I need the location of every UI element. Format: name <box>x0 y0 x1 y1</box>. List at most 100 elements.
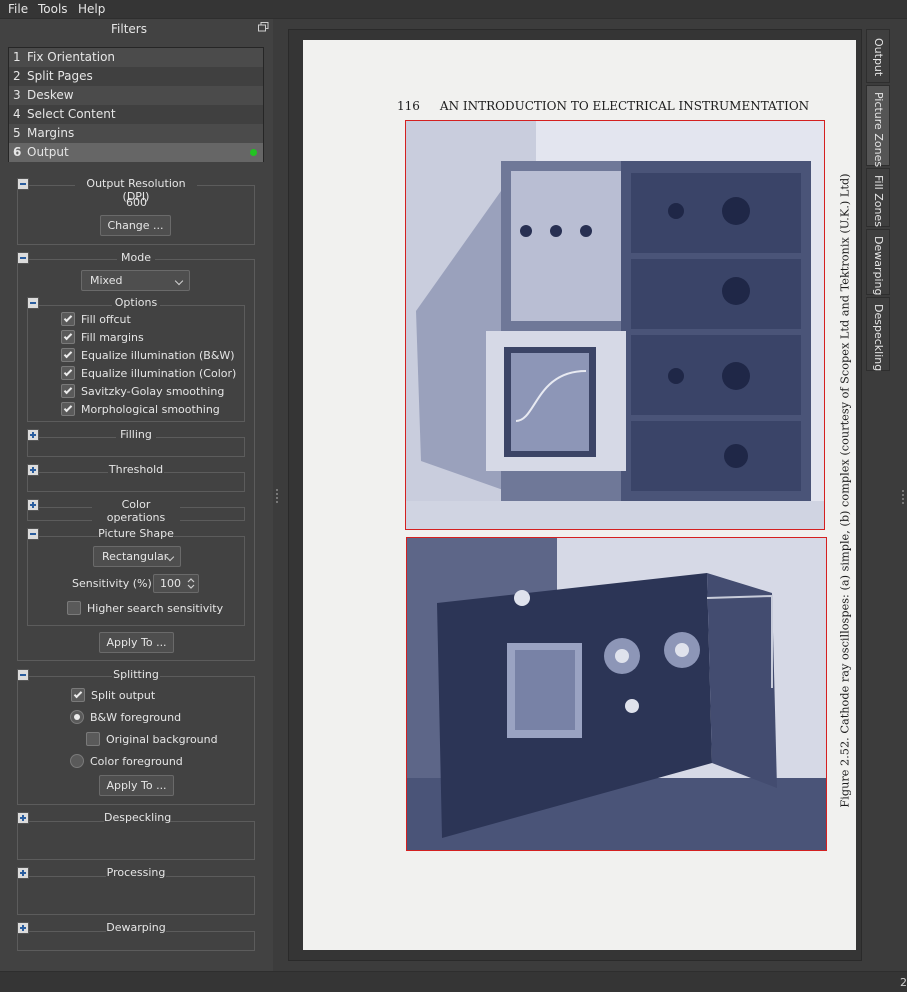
color-foreground-radio[interactable] <box>70 754 84 768</box>
split-output-label: Split output <box>91 689 156 702</box>
fill-margins-checkbox[interactable] <box>61 330 75 344</box>
fill-offcut-checkbox[interactable] <box>61 312 75 326</box>
panel-splitter[interactable] <box>273 19 281 971</box>
filter-number: 3 <box>13 88 21 102</box>
menu-tools[interactable]: Tools <box>38 2 68 16</box>
picture-shape-title: Picture Shape <box>98 527 174 540</box>
page-running-title: AN INTRODUCTION TO ELECTRICAL INSTRUMENT… <box>439 99 810 113</box>
dpi-value: 600 <box>126 196 147 209</box>
higher-search-label: Higher search sensitivity <box>87 602 224 615</box>
processing-group <box>17 876 255 915</box>
tab-picture-zones[interactable]: Picture Zones <box>866 85 890 167</box>
apply-splitting-button[interactable]: Apply To ... <box>99 775 174 796</box>
fill-offcut-label: Fill offcut <box>81 313 131 326</box>
savitzky-golay-checkbox[interactable] <box>61 384 75 398</box>
filter-number: 2 <box>13 69 21 83</box>
filter-label: Deskew <box>27 88 74 102</box>
filling-title: Filling <box>116 428 156 441</box>
filter-label: Margins <box>27 126 75 140</box>
change-dpi-button[interactable]: Change ... <box>100 215 171 236</box>
tab-output[interactable]: Output <box>866 29 890 83</box>
scopex-oscilloscope-photo <box>407 538 826 850</box>
dewarping-group <box>17 931 255 951</box>
splitting-title: Splitting <box>112 668 160 681</box>
expand-icon[interactable] <box>27 464 39 476</box>
morphological-label: Morphological smoothing <box>81 403 220 416</box>
original-background-label: Original background <box>106 733 218 746</box>
status-bar: 2 <box>0 971 907 992</box>
expand-icon[interactable] <box>17 922 29 934</box>
filter-label: Select Content <box>27 107 116 121</box>
float-window-icon[interactable] <box>258 22 269 32</box>
color-operations-title: Color operations <box>92 498 180 524</box>
sensitivity-label: Sensitivity (%): <box>72 577 156 590</box>
fill-margins-label: Fill margins <box>81 331 144 344</box>
filter-number: 1 <box>13 50 21 64</box>
filter-number: 5 <box>13 126 21 140</box>
filter-item-output[interactable]: 6 Output <box>9 143 263 162</box>
picture-shape-value: Rectangular <box>102 550 169 563</box>
collapse-icon[interactable] <box>17 669 29 681</box>
threshold-title: Threshold <box>108 463 164 476</box>
page-header: 116 AN INTRODUCTION TO ELECTRICAL INSTRUM… <box>397 99 817 113</box>
bw-foreground-radio[interactable] <box>70 710 84 724</box>
tab-despeckling[interactable]: Despeckling <box>866 297 890 371</box>
expand-icon[interactable] <box>17 812 29 824</box>
filters-panel-title: Filters <box>111 22 147 36</box>
savitzky-golay-label: Savitzky-Golay smoothing <box>81 385 225 398</box>
equalize-bw-label: Equalize illumination (B&W) <box>81 349 235 362</box>
mode-select-value: Mixed <box>90 274 123 287</box>
menu-bar: File Tools Help <box>0 0 907 19</box>
filter-number: 4 <box>13 107 21 121</box>
expand-icon[interactable] <box>27 429 39 441</box>
mode-select[interactable]: Mixed <box>81 270 190 291</box>
dewarping-title: Dewarping <box>106 921 166 934</box>
split-output-checkbox[interactable] <box>71 688 85 702</box>
filter-label: Output <box>27 145 69 159</box>
higher-search-checkbox[interactable] <box>67 601 81 615</box>
filter-item-margins[interactable]: 5 Margins <box>9 124 263 143</box>
sensitivity-value: 100 <box>160 577 181 590</box>
filter-item-fix-orientation[interactable]: 1 Fix Orientation <box>9 48 263 67</box>
filter-item-select-content[interactable]: 4 Select Content <box>9 105 263 124</box>
collapse-icon[interactable] <box>17 252 29 264</box>
collapse-icon[interactable] <box>27 528 39 540</box>
collapse-icon[interactable] <box>17 178 29 190</box>
filter-label: Fix Orientation <box>27 50 116 64</box>
morphological-checkbox[interactable] <box>61 402 75 416</box>
filter-item-deskew[interactable]: 3 Deskew <box>9 86 263 105</box>
spin-arrows-icon[interactable] <box>186 576 196 591</box>
filter-label: Split Pages <box>27 69 93 83</box>
tab-dewarping[interactable]: Dewarping <box>866 229 890 296</box>
options-title: Options <box>112 296 160 309</box>
tab-fill-zones[interactable]: Fill Zones <box>866 168 890 227</box>
filter-list: 1 Fix Orientation 2 Split Pages 3 Deskew… <box>8 47 264 162</box>
page-number: 116 <box>397 99 420 113</box>
side-tab-bar: Output Picture Zones Fill Zones Dewarpin… <box>866 29 890 961</box>
status-ok-indicator <box>250 149 257 156</box>
apply-mode-button[interactable]: Apply To ... <box>99 632 174 653</box>
sensitivity-spinbox[interactable]: 100 <box>153 574 199 593</box>
collapse-icon[interactable] <box>27 297 39 309</box>
right-splitter-grip-icon[interactable] <box>902 490 904 504</box>
original-background-checkbox[interactable] <box>86 732 100 746</box>
document-page[interactable]: 116 AN INTRODUCTION TO ELECTRICAL INSTRUM… <box>303 40 856 950</box>
splitter-grip-icon[interactable] <box>276 489 278 503</box>
status-text: 2 <box>900 976 907 989</box>
equalize-color-checkbox[interactable] <box>61 366 75 380</box>
processing-title: Processing <box>106 866 166 879</box>
picture-zone-bottom[interactable] <box>406 537 827 851</box>
chevron-down-icon <box>174 276 184 286</box>
filter-item-split-pages[interactable]: 2 Split Pages <box>9 67 263 86</box>
menu-file[interactable]: File <box>8 2 28 16</box>
image-viewer[interactable]: 116 AN INTRODUCTION TO ELECTRICAL INSTRUM… <box>288 29 862 961</box>
equalize-bw-checkbox[interactable] <box>61 348 75 362</box>
menu-help[interactable]: Help <box>78 2 105 16</box>
expand-icon[interactable] <box>27 499 39 511</box>
expand-icon[interactable] <box>17 867 29 879</box>
filters-panel: Filters 1 Fix Orientation 2 Split Pages … <box>0 19 273 971</box>
bw-foreground-label: B&W foreground <box>90 711 182 724</box>
picture-zone-top[interactable] <box>405 120 825 530</box>
tektronix-oscilloscope-photo <box>406 121 824 529</box>
picture-shape-select[interactable]: Rectangular <box>93 546 181 567</box>
